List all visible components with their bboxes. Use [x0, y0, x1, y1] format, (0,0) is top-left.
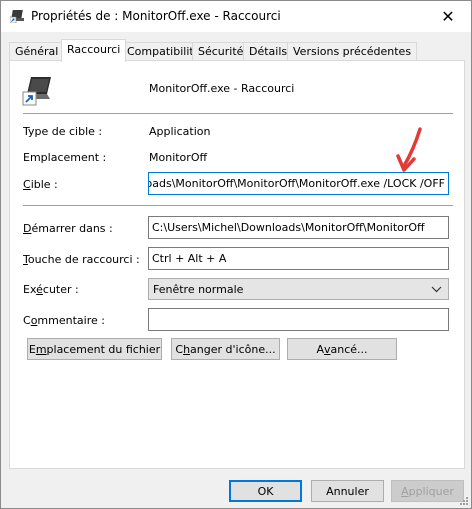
tab-details[interactable]: Détails: [243, 42, 294, 61]
tab-general[interactable]: Général: [9, 42, 65, 61]
advanced-button[interactable]: Av ancé...: [287, 338, 397, 360]
change-icon-button[interactable]: Ch anger d'icône...: [171, 338, 280, 360]
target-label: Cible :: [23, 178, 58, 191]
shortcut-tab-panel: MonitorOff.exe - Raccourci Type de cible…: [9, 60, 465, 469]
target-input[interactable]: C:\Users\Michel\Downloads\MonitorOff\Mon…: [148, 172, 449, 195]
run-mode-value: Fenêtre normale: [153, 283, 244, 296]
ok-button[interactable]: OK: [229, 480, 302, 502]
tab-shortcut[interactable]: Raccourci: [61, 39, 127, 62]
shortcut-app-icon: [22, 77, 51, 106]
window-title: Propriétés de : MonitorOff.exe - Raccour…: [31, 9, 281, 23]
target-type-value: Application: [149, 125, 211, 138]
comment-label: Commentaire :: [23, 314, 105, 327]
properties-dialog: Propriétés de : MonitorOff.exe - Raccour…: [0, 0, 472, 509]
close-icon: ✕: [441, 8, 455, 26]
chevron-down-icon: [431, 286, 442, 293]
start-in-input[interactable]: C:\Users\Michel\Downloads\MonitorOff\Mon…: [148, 216, 449, 239]
location-value: MonitorOff: [149, 151, 208, 164]
tab-security[interactable]: Sécurité: [192, 42, 250, 61]
run-label: Exécuter :: [23, 283, 79, 296]
location-label: Emplacement :: [23, 151, 107, 164]
comment-input[interactable]: [148, 308, 449, 331]
shortcut-key-input[interactable]: Ctrl + Alt + A: [148, 247, 449, 270]
run-mode-select[interactable]: Fenêtre normale: [148, 278, 449, 300]
tab-previous-versions[interactable]: Versions précédentes: [287, 42, 418, 61]
shortcut-name: MonitorOff.exe - Raccourci: [149, 82, 295, 95]
target-type-label: Type de cible :: [23, 125, 103, 138]
divider: [23, 205, 453, 206]
shortcut-app-icon: [10, 10, 24, 23]
start-in-label: Démarrer dans :: [23, 222, 113, 235]
cancel-button[interactable]: Annuler: [311, 480, 384, 502]
divider: [23, 113, 453, 114]
title-bar: Propriétés de : MonitorOff.exe - Raccour…: [1, 1, 471, 32]
open-file-location-button[interactable]: Em placement du fichier: [27, 338, 162, 360]
annotation-arrow: [396, 127, 422, 172]
resize-grip-icon[interactable]: [457, 494, 469, 506]
shortcut-key-label: Touche de raccourci :: [23, 253, 140, 266]
tab-strip: Général Raccourci Compatibilité Sécurité…: [9, 39, 465, 62]
close-button[interactable]: ✕: [425, 1, 471, 32]
apply-button[interactable]: Appliquer: [391, 480, 464, 502]
